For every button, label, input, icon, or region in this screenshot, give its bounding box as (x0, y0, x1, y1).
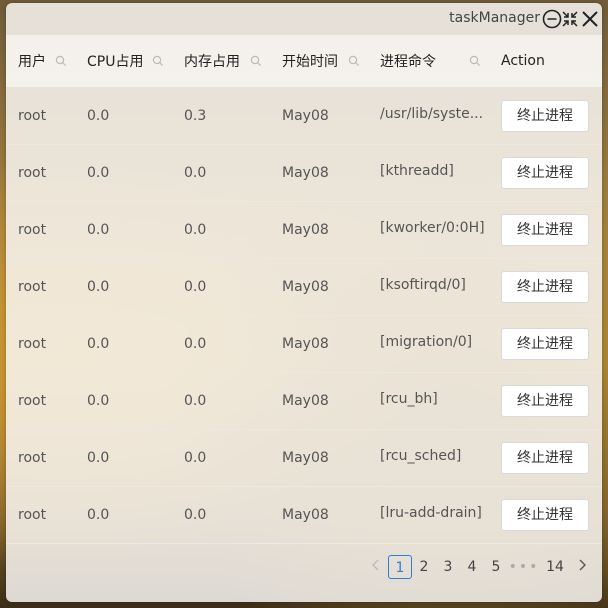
cell-command: [lru-add-drain] (368, 486, 489, 544)
cell-user: root (6, 429, 75, 487)
table-row: root 0.0 0.0 May08 [rcu_sched] 终止进程 (6, 429, 602, 487)
cell-command: [rcu_bh] (368, 372, 489, 430)
cell-action: 终止进程 (489, 201, 602, 259)
cell-user: root (6, 144, 75, 202)
task-manager-window: taskManager 用户 CPU占用 内存占用 开始时间 进程命令 Acti… (6, 3, 602, 602)
table-row: root 0.0 0.0 May08 [kthreadd] 终止进程 (6, 144, 602, 202)
header-memory: 内存占用 (172, 35, 270, 88)
restore-icon[interactable] (560, 9, 580, 29)
cell-cpu: 0.0 (75, 144, 172, 202)
cell-command: [ksoftirqd/0] (368, 258, 489, 316)
cell-user: root (6, 486, 75, 544)
cell-memory: 0.0 (172, 144, 270, 202)
cell-user: root (6, 201, 75, 259)
search-icon[interactable] (250, 55, 262, 71)
minimize-icon[interactable] (542, 9, 562, 29)
page-button-last[interactable]: 14 (540, 555, 570, 579)
page-ellipsis[interactable]: ••• (508, 555, 540, 579)
process-table: 用户 CPU占用 内存占用 开始时间 进程命令 Action root 0.0 … (6, 35, 602, 544)
table-row: root 0.0 0.0 May08 [rcu_bh] 终止进程 (6, 372, 602, 430)
page-button-5[interactable]: 5 (484, 555, 508, 579)
cell-start-time: May08 (270, 144, 368, 202)
cell-start-time: May08 (270, 315, 368, 373)
cell-command: /usr/lib/syste... (368, 87, 489, 145)
cell-memory: 0.0 (172, 201, 270, 259)
kill-process-button[interactable]: 终止进程 (501, 157, 589, 189)
cell-start-time: May08 (270, 372, 368, 430)
table-row: root 0.0 0.0 May08 [lru-add-drain] 终止进程 (6, 486, 602, 544)
window-title: taskManager (449, 10, 540, 26)
cell-command: [kthreadd] (368, 144, 489, 202)
search-icon[interactable] (55, 55, 67, 71)
page-button-3[interactable]: 3 (436, 555, 460, 579)
table-row: root 0.0 0.0 May08 [ksoftirqd/0] 终止进程 (6, 258, 602, 316)
kill-process-button[interactable]: 终止进程 (501, 442, 589, 474)
table-header: 用户 CPU占用 内存占用 开始时间 进程命令 Action (6, 35, 602, 88)
cell-user: root (6, 372, 75, 430)
cell-memory: 0.0 (172, 486, 270, 544)
cell-user: root (6, 315, 75, 373)
table-row: root 0.0 0.0 May08 [kworker/0:0H] 终止进程 (6, 201, 602, 259)
header-user: 用户 (6, 35, 75, 88)
page-button-1[interactable]: 1 (388, 555, 412, 579)
cell-cpu: 0.0 (75, 429, 172, 487)
header-cpu: CPU占用 (75, 35, 172, 88)
cell-memory: 0.0 (172, 372, 270, 430)
cell-command: [rcu_sched] (368, 429, 489, 487)
kill-process-button[interactable]: 终止进程 (501, 214, 589, 246)
cell-user: root (6, 87, 75, 145)
cell-command: [migration/0] (368, 315, 489, 373)
chevron-left-icon[interactable] (364, 555, 388, 579)
page-button-4[interactable]: 4 (460, 555, 484, 579)
cell-start-time: May08 (270, 486, 368, 544)
cell-cpu: 0.0 (75, 201, 172, 259)
cell-cpu: 0.0 (75, 486, 172, 544)
search-icon[interactable] (152, 55, 164, 71)
table-row: root 0.0 0.3 May08 /usr/lib/syste... 终止进… (6, 87, 602, 145)
kill-process-button[interactable]: 终止进程 (501, 271, 589, 303)
cell-memory: 0.0 (172, 429, 270, 487)
cell-memory: 0.3 (172, 87, 270, 145)
cell-cpu: 0.0 (75, 258, 172, 316)
cell-memory: 0.0 (172, 258, 270, 316)
cell-action: 终止进程 (489, 144, 602, 202)
table-row: root 0.0 0.0 May08 [migration/0] 终止进程 (6, 315, 602, 373)
chevron-right-icon[interactable] (570, 555, 594, 579)
cell-memory: 0.0 (172, 315, 270, 373)
kill-process-button[interactable]: 终止进程 (501, 100, 589, 132)
search-icon[interactable] (469, 55, 481, 71)
cell-action: 终止进程 (489, 486, 602, 544)
cell-command: [kworker/0:0H] (368, 201, 489, 259)
cell-cpu: 0.0 (75, 87, 172, 145)
title-bar: taskManager (6, 3, 602, 35)
cell-action: 终止进程 (489, 372, 602, 430)
cell-action: 终止进程 (489, 87, 602, 145)
page-button-2[interactable]: 2 (412, 555, 436, 579)
pagination: 1 2 3 4 5 ••• 14 (364, 554, 594, 580)
cell-start-time: May08 (270, 87, 368, 145)
kill-process-button[interactable]: 终止进程 (501, 328, 589, 360)
cell-action: 终止进程 (489, 429, 602, 487)
cell-start-time: May08 (270, 201, 368, 259)
kill-process-button[interactable]: 终止进程 (501, 499, 589, 531)
header-start-time: 开始时间 (270, 35, 368, 88)
cell-user: root (6, 258, 75, 316)
cell-cpu: 0.0 (75, 372, 172, 430)
search-icon[interactable] (348, 55, 360, 71)
cell-action: 终止进程 (489, 258, 602, 316)
cell-start-time: May08 (270, 429, 368, 487)
header-action: Action (489, 35, 602, 88)
header-command: 进程命令 (368, 35, 489, 88)
kill-process-button[interactable]: 终止进程 (501, 385, 589, 417)
cell-action: 终止进程 (489, 315, 602, 373)
close-icon[interactable] (580, 9, 600, 29)
cell-cpu: 0.0 (75, 315, 172, 373)
cell-start-time: May08 (270, 258, 368, 316)
